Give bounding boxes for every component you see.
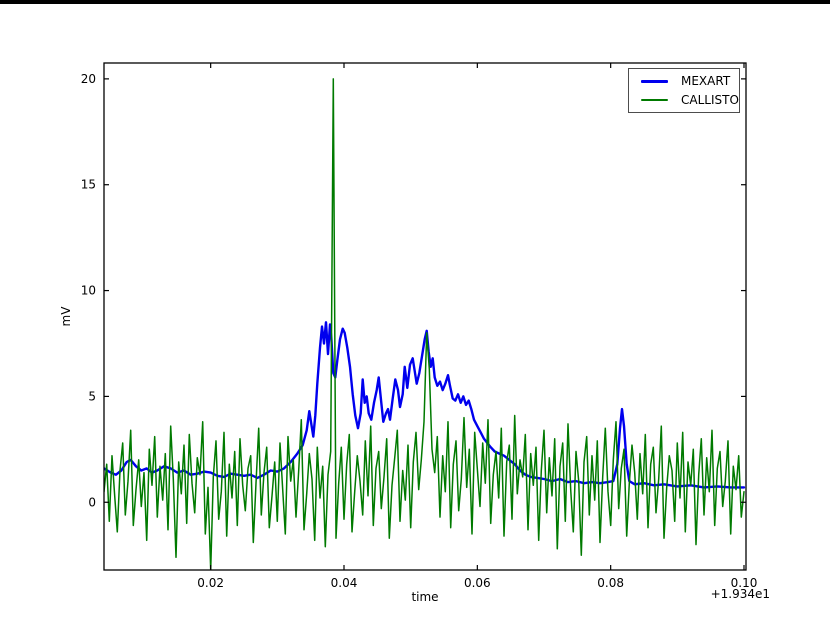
legend-item-callisto: CALLISTO xyxy=(641,94,739,106)
mexart-line-swatch xyxy=(641,79,668,83)
legend-label-callisto: CALLISTO xyxy=(681,92,739,107)
callisto-line-swatch xyxy=(641,98,668,101)
x-axis-offset-label: +1.934e1 xyxy=(711,587,770,601)
x-tick-label: 0.02 xyxy=(197,576,224,590)
y-axis-label: mV xyxy=(59,306,73,327)
x-tick-label: 0.04 xyxy=(331,576,358,590)
legend-label-mexart: MEXART xyxy=(681,74,731,89)
x-tick-label: 0.08 xyxy=(597,576,624,590)
callisto-line xyxy=(104,78,745,570)
y-tick-label: 5 xyxy=(88,389,96,403)
x-tick-label: 0.06 xyxy=(464,576,491,590)
y-tick-label: 10 xyxy=(81,284,96,298)
y-tick-label: 20 xyxy=(81,72,96,86)
legend-item-mexart: MEXART xyxy=(641,75,739,87)
y-tick-label: 0 xyxy=(88,495,96,509)
x-axis-label: time xyxy=(411,590,438,604)
y-tick-label: 15 xyxy=(81,178,96,192)
legend: MEXART CALLISTO xyxy=(628,68,740,113)
